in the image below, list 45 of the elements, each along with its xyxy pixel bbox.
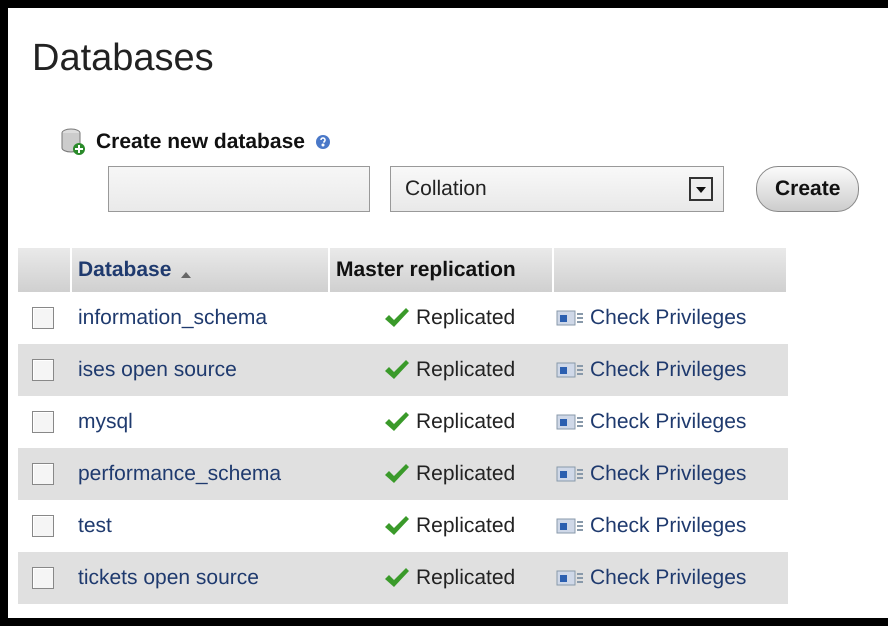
replication-column-header: Master replication <box>330 248 554 292</box>
checkmark-icon <box>384 515 410 537</box>
check-privileges-link[interactable]: Check Privileges <box>550 358 788 382</box>
replication-status: Replicated <box>416 306 516 330</box>
check-privileges-link[interactable]: Check Privileges <box>550 566 788 590</box>
checkmark-icon <box>384 567 410 589</box>
replication-status: Replicated <box>416 514 516 538</box>
user-card-icon <box>556 413 584 431</box>
database-link[interactable]: performance_schema <box>72 462 354 486</box>
replication-status: Replicated <box>416 410 516 434</box>
row-checkbox[interactable] <box>32 411 54 433</box>
user-card-icon <box>556 309 584 327</box>
database-name-field[interactable] <box>108 166 370 212</box>
check-privileges-link[interactable]: Check Privileges <box>550 306 788 330</box>
create-database-label: Create new database <box>96 130 305 154</box>
checkmark-icon <box>384 463 410 485</box>
row-checkbox[interactable] <box>32 515 54 537</box>
check-privileges-link[interactable]: Check Privileges <box>550 410 788 434</box>
database-link[interactable]: information_schema <box>72 306 354 330</box>
check-privileges-link[interactable]: Check Privileges <box>550 462 788 486</box>
replication-status: Replicated <box>416 462 516 486</box>
row-checkbox[interactable] <box>32 359 54 381</box>
user-card-icon <box>556 517 584 535</box>
user-card-icon <box>556 569 584 587</box>
user-card-icon <box>556 361 584 379</box>
database-link[interactable]: tickets open source <box>72 566 354 590</box>
checkmark-icon <box>384 411 410 433</box>
page-title: Databases <box>32 36 215 80</box>
row-checkbox[interactable] <box>32 567 54 589</box>
checkmark-icon <box>384 359 410 381</box>
database-add-icon <box>60 128 86 156</box>
check-privileges-link[interactable]: Check Privileges <box>550 514 788 538</box>
row-checkbox[interactable] <box>32 307 54 329</box>
database-column-header[interactable]: Database <box>72 248 330 292</box>
replication-status: Replicated <box>416 566 516 590</box>
user-card-icon <box>556 465 584 483</box>
create-button[interactable]: Create <box>756 166 860 212</box>
row-checkbox[interactable] <box>32 463 54 485</box>
database-link[interactable]: test <box>72 514 354 538</box>
collation-dropdown[interactable]: Collation <box>390 166 724 212</box>
database-link[interactable]: ises open source <box>72 358 354 382</box>
help-icon[interactable] <box>314 134 331 150</box>
database-link[interactable]: mysql <box>72 410 354 434</box>
checkmark-icon <box>384 307 410 329</box>
replication-status: Replicated <box>416 358 516 382</box>
